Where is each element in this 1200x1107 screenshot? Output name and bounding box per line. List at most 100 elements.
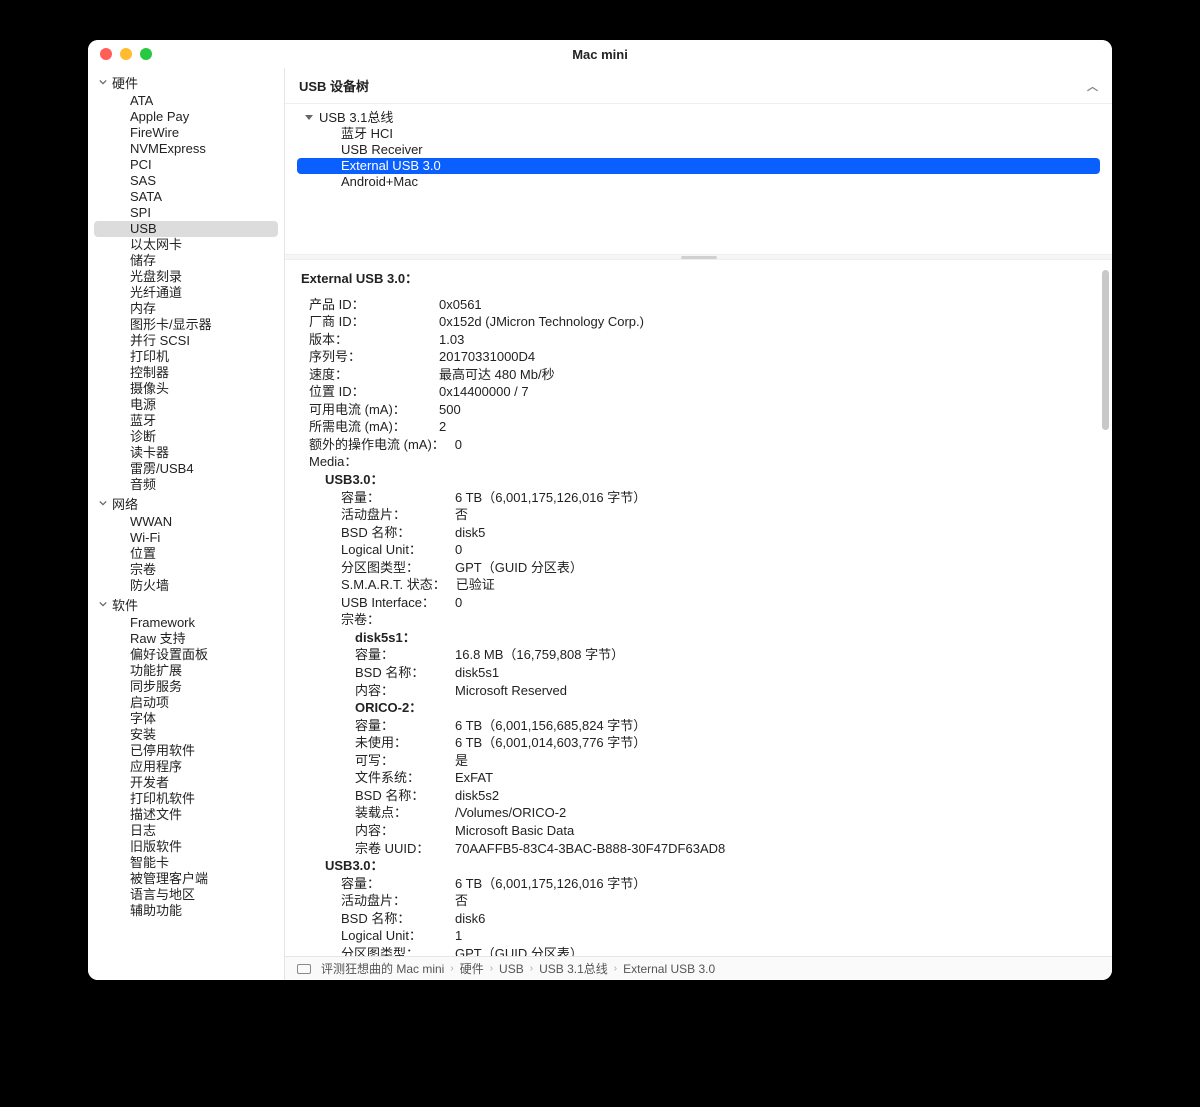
sidebar-item[interactable]: Apple Pay: [94, 109, 278, 125]
scrollbar[interactable]: [1102, 270, 1109, 430]
sidebar-item[interactable]: 被管理客户端: [94, 871, 278, 887]
detail-value: GPT（GUID 分区表）: [455, 945, 583, 956]
chevron-right-icon: ›: [530, 963, 533, 974]
window-title: Mac mini: [88, 47, 1112, 62]
sidebar-item[interactable]: 位置: [94, 546, 278, 562]
chevron-right-icon: ›: [614, 963, 617, 974]
sidebar-item[interactable]: WWAN: [94, 514, 278, 530]
detail-row: 厂商 ID：0x152d (JMicron Technology Corp.): [301, 313, 1094, 331]
detail-key: 可用电流 (mA)：: [309, 401, 439, 419]
sidebar-item[interactable]: PCI: [94, 157, 278, 173]
detail-value: 0: [455, 541, 462, 559]
sidebar-item[interactable]: 智能卡: [94, 855, 278, 871]
section-header[interactable]: USB 设备树 ︿: [285, 68, 1112, 104]
detail-key: Logical Unit：: [341, 927, 455, 945]
sidebar-item[interactable]: 打印机软件: [94, 791, 278, 807]
detail-row: 文件系统：ExFAT: [301, 769, 1094, 787]
sidebar-item[interactable]: SAS: [94, 173, 278, 189]
sidebar-item[interactable]: 雷雳/USB4: [94, 461, 278, 477]
detail-key: Logical Unit：: [341, 541, 455, 559]
sidebar-item[interactable]: 字体: [94, 711, 278, 727]
detail-value: 否: [455, 892, 468, 910]
sidebar-item[interactable]: 旧版软件: [94, 839, 278, 855]
device-tree[interactable]: USB 3.1总线蓝牙 HCIUSB ReceiverExternal USB …: [285, 104, 1112, 254]
sidebar-item[interactable]: 图形卡/显示器: [94, 317, 278, 333]
sidebar-item[interactable]: 日志: [94, 823, 278, 839]
sidebar-item[interactable]: 安装: [94, 727, 278, 743]
breadcrumb-item[interactable]: External USB 3.0: [623, 962, 715, 976]
sidebar-item[interactable]: 同步服务: [94, 679, 278, 695]
sidebar-item[interactable]: 偏好设置面板: [94, 647, 278, 663]
sidebar-item[interactable]: 音频: [94, 477, 278, 493]
sidebar-item[interactable]: NVMExpress: [94, 141, 278, 157]
minimize-icon[interactable]: [120, 48, 132, 60]
detail-row: 可用电流 (mA)：500: [301, 401, 1094, 419]
sidebar-item[interactable]: Raw 支持: [94, 631, 278, 647]
sidebar-item[interactable]: FireWire: [94, 125, 278, 141]
detail-key: 所需电流 (mA)：: [309, 418, 439, 436]
detail-value: Microsoft Basic Data: [455, 822, 574, 840]
detail-row: BSD 名称：disk5: [301, 524, 1094, 542]
sidebar-item[interactable]: ATA: [94, 93, 278, 109]
zoom-icon[interactable]: [140, 48, 152, 60]
chevron-up-icon[interactable]: ︿: [1087, 78, 1098, 94]
sidebar-item[interactable]: 并行 SCSI: [94, 333, 278, 349]
detail-row: 未使用：6 TB（6,001,014,603,776 字节）: [301, 734, 1094, 752]
sidebar-item[interactable]: 打印机: [94, 349, 278, 365]
sidebar-item[interactable]: SATA: [94, 189, 278, 205]
sidebar-item[interactable]: 防火墙: [94, 578, 278, 594]
chevron-right-icon: ›: [490, 963, 493, 974]
detail-row: BSD 名称：disk5s2: [301, 787, 1094, 805]
detail-row: Logical Unit：0: [301, 541, 1094, 559]
sidebar-item[interactable]: 电源: [94, 397, 278, 413]
detail-key: 分区图类型：: [341, 945, 455, 956]
detail-key: 版本：: [309, 331, 439, 349]
sidebar-item[interactable]: 语言与地区: [94, 887, 278, 903]
detail-value: 6 TB（6,001,156,685,824 字节）: [455, 717, 646, 735]
close-icon[interactable]: [100, 48, 112, 60]
sidebar-item[interactable]: 宗卷: [94, 562, 278, 578]
tree-device[interactable]: External USB 3.0: [297, 158, 1100, 174]
sidebar-item[interactable]: 启动项: [94, 695, 278, 711]
sidebar-item[interactable]: 功能扩展: [94, 663, 278, 679]
sidebar-group-header[interactable]: 软件: [88, 594, 284, 615]
sidebar-item[interactable]: 储存: [94, 253, 278, 269]
tree-device[interactable]: Android+Mac: [297, 174, 1100, 190]
detail-pane[interactable]: External USB 3.0：产品 ID：0x0561厂商 ID：0x152…: [285, 260, 1112, 956]
sidebar-item[interactable]: 控制器: [94, 365, 278, 381]
sidebar-item[interactable]: 内存: [94, 301, 278, 317]
sidebar-item[interactable]: 光盘刻录: [94, 269, 278, 285]
sidebar-item[interactable]: 蓝牙: [94, 413, 278, 429]
detail-value: 0x14400000 / 7: [439, 383, 529, 401]
breadcrumb-item[interactable]: USB 3.1总线: [539, 960, 608, 977]
tree-device[interactable]: USB Receiver: [297, 142, 1100, 158]
sidebar-item[interactable]: Wi-Fi: [94, 530, 278, 546]
sidebar-item[interactable]: 辅助功能: [94, 903, 278, 919]
breadcrumb-item[interactable]: 硬件: [460, 960, 484, 977]
sidebar-item[interactable]: 读卡器: [94, 445, 278, 461]
tree-device[interactable]: 蓝牙 HCI: [297, 126, 1100, 142]
sidebar-item[interactable]: 以太网卡: [94, 237, 278, 253]
breadcrumb-item[interactable]: USB: [499, 962, 524, 976]
main-pane: USB 设备树 ︿ USB 3.1总线蓝牙 HCIUSB ReceiverExt…: [285, 68, 1112, 980]
sidebar-group-header[interactable]: 网络: [88, 493, 284, 514]
sidebar-item[interactable]: SPI: [94, 205, 278, 221]
detail-key: 文件系统：: [355, 769, 455, 787]
sidebar-item[interactable]: 已停用软件: [94, 743, 278, 759]
detail-row: 可写：是: [301, 752, 1094, 770]
sidebar-group-header[interactable]: 硬件: [88, 72, 284, 93]
sidebar-item[interactable]: Framework: [94, 615, 278, 631]
sidebar-item[interactable]: 应用程序: [94, 759, 278, 775]
sidebar-item[interactable]: 开发者: [94, 775, 278, 791]
tree-bus[interactable]: USB 3.1总线: [297, 110, 1100, 126]
sidebar-item[interactable]: 诊断: [94, 429, 278, 445]
window-body: 硬件ATAApple PayFireWireNVMExpressPCISASSA…: [88, 68, 1112, 980]
detail-key: USB Interface：: [341, 594, 455, 612]
breadcrumb-item[interactable]: 评测狂想曲的 Mac mini: [321, 960, 444, 977]
sidebar-item[interactable]: USB: [94, 221, 278, 237]
sidebar-item[interactable]: 光纤通道: [94, 285, 278, 301]
sidebar-item[interactable]: 摄像头: [94, 381, 278, 397]
sidebar-item[interactable]: 描述文件: [94, 807, 278, 823]
breadcrumb[interactable]: 评测狂想曲的 Mac mini›硬件›USB›USB 3.1总线›Externa…: [285, 956, 1112, 980]
sidebar[interactable]: 硬件ATAApple PayFireWireNVMExpressPCISASSA…: [88, 68, 285, 980]
